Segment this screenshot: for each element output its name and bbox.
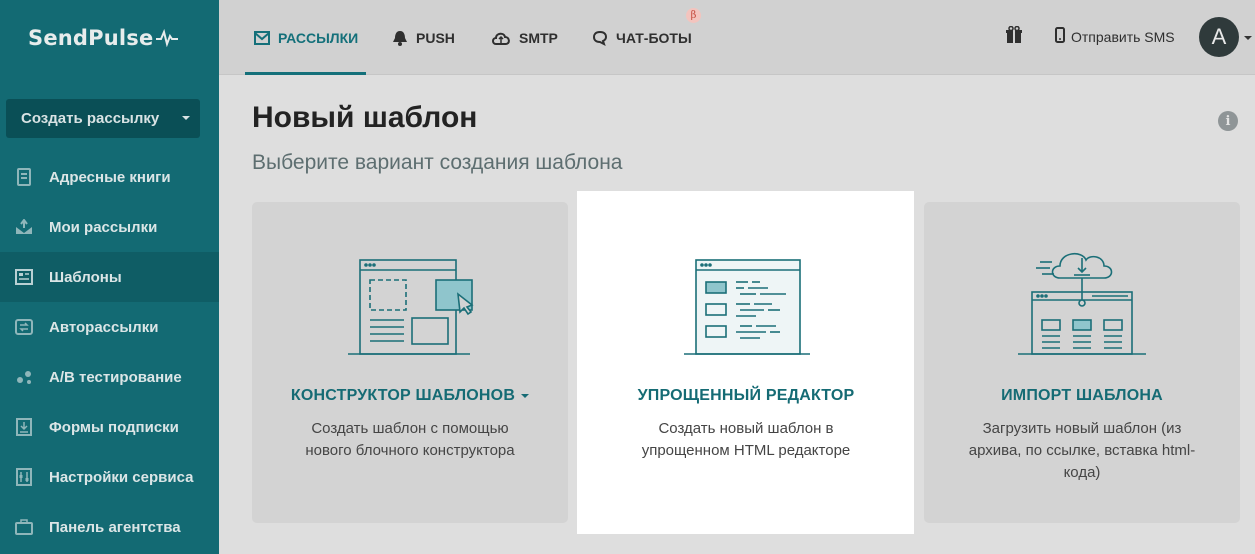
pulse-icon bbox=[156, 28, 179, 47]
sidebar-item-agency-panel[interactable]: Панель агентства bbox=[0, 502, 219, 552]
sidebar-item-my-campaigns[interactable]: Мои рассылки bbox=[0, 202, 219, 252]
template-builder-illustration bbox=[252, 242, 568, 372]
gift-icon[interactable] bbox=[1005, 25, 1023, 49]
info-icon[interactable]: i bbox=[1218, 111, 1238, 131]
beta-badge: β bbox=[686, 8, 701, 23]
address-book-icon bbox=[14, 167, 34, 187]
tab-campaigns[interactable]: РАССЫЛКИ bbox=[254, 0, 358, 75]
card-description: Создать новый шаблон в упрощенном HTML р… bbox=[641, 420, 851, 459]
subscription-forms-icon bbox=[14, 417, 34, 437]
card-description: Создать шаблон с помощью нового блочного… bbox=[305, 420, 515, 459]
sidebar-item-templates[interactable]: Шаблоны bbox=[0, 252, 219, 302]
card-description: Загрузить новый шаблон (из архива, по сс… bbox=[968, 420, 1196, 481]
agency-panel-icon bbox=[14, 517, 34, 537]
sidebar-item-label: Авторассылки bbox=[49, 318, 159, 336]
templates-icon bbox=[14, 267, 34, 287]
tab-label: SMTP bbox=[519, 29, 558, 46]
sidebar-item-label: A/B тестирование bbox=[49, 368, 182, 386]
sidebar: SendPulse Создать рассылку Адресные книг… bbox=[0, 0, 219, 554]
mail-icon bbox=[254, 30, 270, 45]
send-sms-button[interactable]: Отправить SMS bbox=[1055, 27, 1175, 46]
sidebar-item-label: Настройки сервиса bbox=[49, 468, 194, 486]
simplified-editor-illustration bbox=[588, 242, 904, 372]
send-sms-label: Отправить SMS bbox=[1071, 28, 1175, 45]
cloud-icon bbox=[491, 31, 511, 45]
sidebar-item-ab-testing[interactable]: A/B тестирование bbox=[0, 352, 219, 402]
sidebar-item-label: Мои рассылки bbox=[49, 218, 158, 236]
tab-chatbots[interactable]: ЧАТ-БОТЫ bbox=[592, 0, 692, 75]
sidebar-item-subscription-forms[interactable]: Формы подписки bbox=[0, 402, 219, 452]
sidebar-item-label: Формы подписки bbox=[49, 418, 179, 436]
chevron-down-icon[interactable] bbox=[1244, 36, 1252, 40]
chevron-down-icon[interactable] bbox=[521, 393, 530, 398]
card-title-label: КОНСТРУКТОР ШАБЛОНОВ bbox=[290, 387, 516, 404]
top-bar: РАССЫЛКИ PUSH SMTP ЧАТ-БОТЫ β Отправить … bbox=[219, 0, 1255, 75]
avatar[interactable]: A bbox=[1199, 17, 1239, 57]
phone-icon bbox=[1055, 27, 1065, 46]
bell-icon bbox=[392, 30, 408, 46]
settings-icon bbox=[14, 467, 34, 487]
card-title[interactable]: КОНСТРУКТОР ШАБЛОНОВ bbox=[252, 387, 568, 405]
ab-test-icon bbox=[14, 367, 34, 387]
tab-label: ЧАТ-БОТЫ bbox=[616, 29, 692, 46]
card-simplified-editor[interactable]: УПРОЩЕННЫЙ РЕДАКТОР Создать новый шаблон… bbox=[588, 202, 904, 523]
sidebar-item-label: Адресные книги bbox=[49, 168, 171, 186]
card-title[interactable]: ИМПОРТ ШАБЛОНА bbox=[924, 387, 1240, 405]
tab-label: РАССЫЛКИ bbox=[278, 29, 359, 46]
import-template-illustration bbox=[924, 242, 1240, 372]
page-subtitle: Выберите вариант создания шаблона bbox=[252, 151, 623, 174]
brand-name: SendPulse bbox=[28, 25, 154, 50]
sidebar-item-automation[interactable]: Авторассылки bbox=[0, 302, 219, 352]
chat-icon bbox=[592, 30, 608, 46]
sidebar-item-label: Шаблоны bbox=[49, 268, 122, 286]
card-import-template[interactable]: ИМПОРТ ШАБЛОНА Загрузить новый шаблон (и… bbox=[924, 202, 1240, 523]
create-campaign-button[interactable]: Создать рассылку bbox=[6, 99, 200, 138]
campaigns-icon bbox=[14, 217, 34, 237]
sidebar-item-label: Панель агентства bbox=[49, 518, 181, 536]
card-template-builder[interactable]: КОНСТРУКТОР ШАБЛОНОВ Создать шаблон с по… bbox=[252, 202, 568, 523]
card-title[interactable]: УПРОЩЕННЫЙ РЕДАКТОР bbox=[588, 387, 904, 405]
brand-logo[interactable]: SendPulse bbox=[0, 0, 219, 75]
sidebar-item-address-books[interactable]: Адресные книги bbox=[0, 152, 219, 202]
page-title: Новый шаблон bbox=[252, 101, 478, 134]
tab-smtp[interactable]: SMTP bbox=[491, 0, 558, 75]
tab-push[interactable]: PUSH bbox=[392, 0, 455, 75]
sidebar-nav: Адресные книги Мои рассылки Шаблоны Авто… bbox=[0, 152, 219, 552]
chevron-down-icon[interactable] bbox=[182, 116, 190, 120]
active-tab-indicator bbox=[245, 72, 366, 75]
create-campaign-label: Создать рассылку bbox=[21, 110, 160, 127]
tab-label: PUSH bbox=[416, 29, 455, 46]
sidebar-item-service-settings[interactable]: Настройки сервиса bbox=[0, 452, 219, 502]
automation-icon bbox=[14, 317, 34, 337]
